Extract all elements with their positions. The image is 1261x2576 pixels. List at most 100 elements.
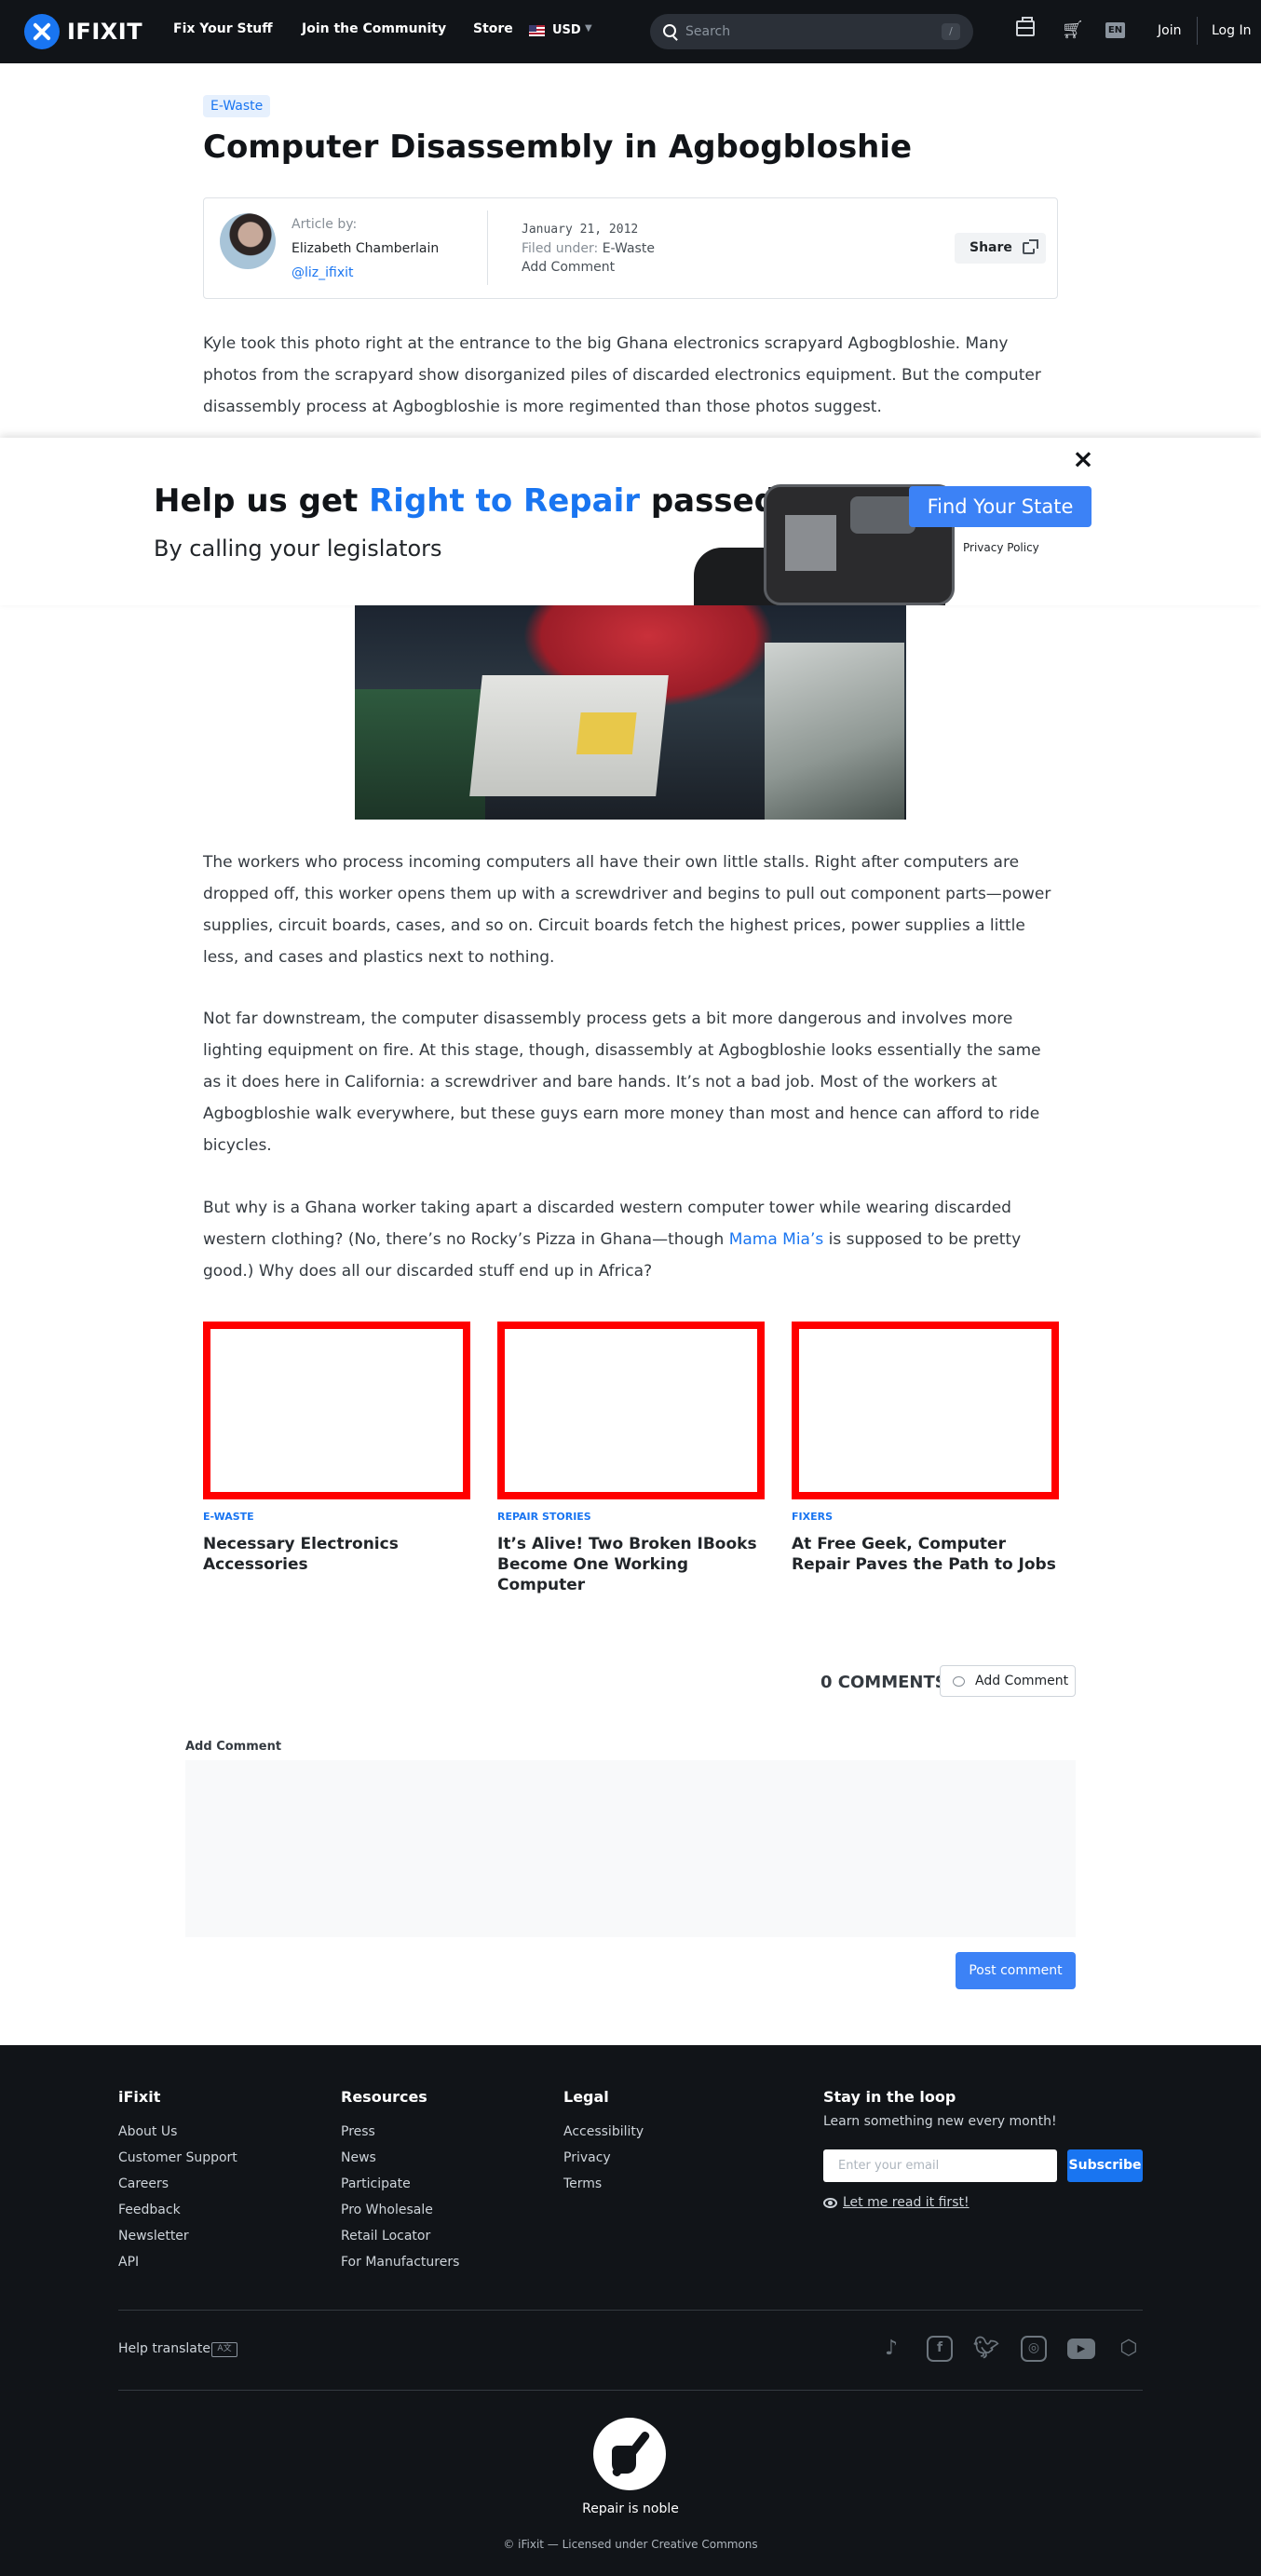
add-comment-label: Add Comment bbox=[975, 1674, 1069, 1688]
photo-scrap-pile bbox=[765, 643, 904, 820]
related-article-card[interactable]: FIXERS At Free Geek, Computer Repair Pav… bbox=[792, 1322, 1059, 1575]
article-paragraph-3: Not far downstream, the computer disasse… bbox=[203, 1010, 1041, 1155]
footer-link[interactable]: Feedback bbox=[118, 2197, 237, 2223]
related-article-category[interactable]: FIXERS bbox=[792, 1511, 1059, 1523]
footer-link[interactable]: Press bbox=[341, 2119, 459, 2145]
repair-manifesto-icon[interactable]: ⬡ bbox=[1116, 2336, 1142, 2362]
footer-link[interactable]: Privacy bbox=[563, 2145, 644, 2171]
banner-title-pre: Help us get bbox=[154, 482, 370, 520]
footer-link[interactable]: Retail Locator bbox=[341, 2223, 459, 2249]
tiktok-icon[interactable]: ♪ bbox=[878, 2336, 904, 2362]
nav-store[interactable]: Store bbox=[473, 21, 513, 36]
join-link[interactable]: Join bbox=[1158, 23, 1181, 38]
help-translate-link[interactable]: Help translate bbox=[118, 2341, 210, 2356]
share-button[interactable]: Share bbox=[955, 233, 1046, 264]
related-article-title[interactable]: At Free Geek, Computer Repair Paves the … bbox=[792, 1534, 1059, 1575]
nav-fix-your-stuff[interactable]: Fix Your Stuff bbox=[173, 21, 273, 36]
search-shortcut-key: / bbox=[942, 23, 960, 40]
facebook-icon[interactable]: f bbox=[927, 2336, 953, 2362]
author-name[interactable]: Elizabeth Chamberlain bbox=[292, 241, 439, 256]
nav-join-the-community[interactable]: Join the Community bbox=[302, 21, 446, 36]
footer-link[interactable]: Careers bbox=[118, 2171, 237, 2197]
search-bar[interactable]: / bbox=[650, 14, 973, 49]
logo-text: IFIXIT bbox=[67, 19, 143, 45]
footer-link[interactable]: About Us bbox=[118, 2119, 237, 2145]
footer-link[interactable]: Pro Wholesale bbox=[341, 2197, 459, 2223]
footer-link[interactable]: For Manufacturers bbox=[341, 2249, 459, 2275]
footer-link[interactable]: Accessibility bbox=[563, 2119, 644, 2145]
footer-heading: Resources bbox=[341, 2088, 427, 2106]
banner-title-accent: Right to Repair bbox=[369, 482, 640, 520]
right-to-repair-banner: × Help us get Right to Repair passed By … bbox=[0, 438, 1261, 605]
related-article-thumbnail[interactable] bbox=[497, 1322, 765, 1499]
footer-link[interactable]: Terms bbox=[563, 2171, 644, 2197]
article-paragraph-intro: Kyle took this photo right at the entran… bbox=[203, 334, 1041, 416]
eye-icon bbox=[823, 2198, 837, 2208]
banner-title: Help us get Right to Repair passed bbox=[154, 482, 777, 520]
related-article-category[interactable]: REPAIR STORIES bbox=[497, 1511, 765, 1523]
footer-column-ifixit: iFixit About Us Customer Support Careers… bbox=[118, 2088, 237, 2275]
ifixit-logo[interactable]: IFIXIT bbox=[24, 14, 142, 49]
footer-link[interactable]: Newsletter bbox=[118, 2223, 237, 2249]
footer-link[interactable]: API bbox=[118, 2249, 237, 2275]
related-article-category[interactable]: E-WASTE bbox=[203, 1511, 470, 1523]
related-article-card[interactable]: E-WASTE Necessary Electronics Accessorie… bbox=[203, 1322, 470, 1575]
find-your-state-button[interactable]: Find Your State bbox=[909, 486, 1092, 527]
site-footer: iFixit About Us Customer Support Careers… bbox=[0, 2045, 1261, 2576]
related-article-title[interactable]: Necessary Electronics Accessories bbox=[203, 1534, 470, 1575]
footer-link[interactable]: Customer Support bbox=[118, 2145, 237, 2171]
related-article-title[interactable]: It’s Alive! Two Broken IBooks Become One… bbox=[497, 1534, 765, 1595]
search-input[interactable] bbox=[685, 22, 918, 41]
byline-box: Article by: Elizabeth Chamberlain @liz_i… bbox=[203, 197, 1058, 299]
language-selector[interactable]: EN bbox=[1105, 22, 1125, 38]
mama-mias-link[interactable]: Mama Mia’s bbox=[729, 1230, 824, 1249]
photo-circuit-boards bbox=[355, 689, 485, 820]
related-article-thumbnail[interactable] bbox=[792, 1322, 1059, 1499]
category-badge[interactable]: E-Waste bbox=[203, 95, 271, 117]
publish-date: January 21, 2012 bbox=[522, 223, 639, 237]
byline-divider bbox=[487, 210, 488, 285]
instagram-icon[interactable]: ◎ bbox=[1021, 2336, 1047, 2362]
footer-divider bbox=[118, 2390, 1143, 2391]
author-avatar[interactable] bbox=[220, 213, 276, 269]
newsletter-heading: Stay in the loop bbox=[823, 2088, 956, 2106]
us-flag-icon[interactable] bbox=[529, 25, 545, 36]
footer-link[interactable]: News bbox=[341, 2145, 459, 2171]
cart-icon[interactable]: 🛒︎ bbox=[1062, 20, 1084, 39]
photo-computer-case bbox=[469, 675, 669, 796]
twitter-icon[interactable]: 🐦︎ bbox=[973, 2336, 999, 2362]
chevron-down-icon[interactable]: ▼ bbox=[585, 23, 592, 34]
subscribe-button[interactable]: Subscribe bbox=[1067, 2149, 1143, 2182]
article-paragraph-4: But why is a Ghana worker taking apart a… bbox=[203, 1192, 1058, 1287]
toolbox-icon[interactable] bbox=[1016, 17, 1035, 36]
newsletter-email-input[interactable] bbox=[823, 2149, 1057, 2182]
footer-license: © iFixit — Licensed under Creative Commo… bbox=[503, 2538, 758, 2551]
close-icon[interactable]: × bbox=[1072, 446, 1094, 472]
related-article-thumbnail[interactable] bbox=[203, 1322, 470, 1499]
youtube-icon[interactable]: ▶ bbox=[1067, 2339, 1095, 2359]
repair-manifesto-logo[interactable] bbox=[593, 2418, 666, 2490]
footer-column-legal: Legal Accessibility Privacy Terms bbox=[563, 2088, 644, 2197]
comment-form-label: Add Comment bbox=[185, 1740, 282, 1754]
nav-divider bbox=[1197, 17, 1198, 45]
add-comment-button[interactable]: Add Comment bbox=[940, 1665, 1076, 1697]
footer-divider bbox=[118, 2310, 1143, 2311]
author-handle-link[interactable]: @liz_ifixit bbox=[292, 265, 354, 280]
byline-add-comment-link[interactable]: Add Comment bbox=[522, 260, 615, 275]
footer-tagline: Repair is noble bbox=[582, 2501, 679, 2516]
byline-label: Article by: bbox=[292, 217, 358, 232]
comment-textarea[interactable] bbox=[185, 1760, 1076, 1937]
translate-icon[interactable]: A文 bbox=[211, 2342, 237, 2357]
share-icon bbox=[1023, 239, 1038, 254]
article-paragraph-2: The workers who process incoming compute… bbox=[203, 853, 1051, 967]
filed-under-category-link[interactable]: E-Waste bbox=[603, 241, 655, 256]
comments-count: 0 COMMENTS bbox=[820, 1673, 947, 1692]
post-comment-button[interactable]: Post comment bbox=[956, 1952, 1076, 1989]
footer-heading: Legal bbox=[563, 2088, 609, 2106]
privacy-policy-link[interactable]: Privacy Policy bbox=[963, 541, 1039, 554]
related-article-card[interactable]: REPAIR STORIES It’s Alive! Two Broken IB… bbox=[497, 1322, 765, 1595]
currency-selector[interactable]: USD bbox=[552, 23, 581, 37]
login-link[interactable]: Log In bbox=[1212, 23, 1251, 38]
footer-link[interactable]: Participate bbox=[341, 2171, 459, 2197]
read-newsletter-link[interactable]: Let me read it first! bbox=[843, 2195, 969, 2210]
